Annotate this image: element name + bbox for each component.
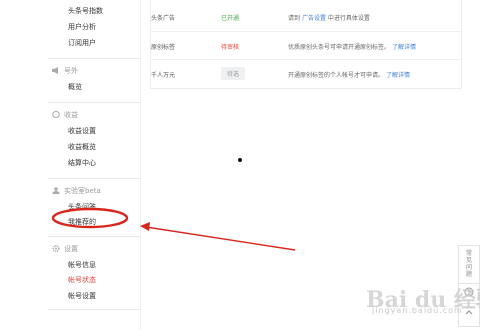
annotation-overlay xyxy=(51,207,296,251)
highlight-ellipse xyxy=(51,207,129,229)
annotation-arrow-head xyxy=(140,222,150,231)
annotation-arrow-line xyxy=(145,226,296,251)
faq-button[interactable]: 常见问题 xyxy=(459,250,479,278)
watermark-url: jingyan.baidu.com xyxy=(372,306,463,315)
